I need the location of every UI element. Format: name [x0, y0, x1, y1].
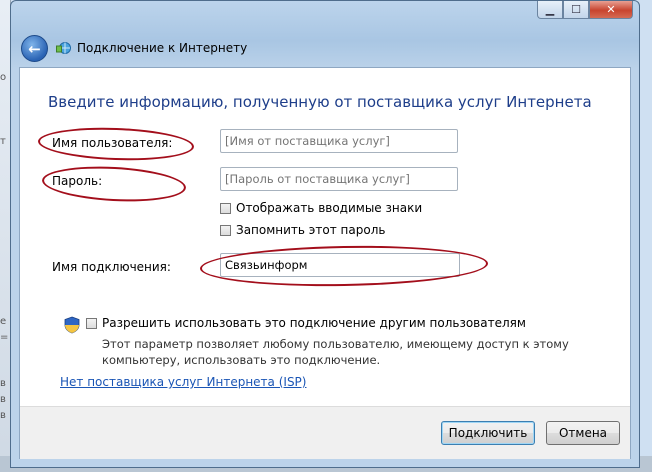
- wizard-header: ← Подключение к Интернету: [11, 27, 639, 67]
- wizard-content: Введите информацию, полученную от постав…: [19, 67, 631, 459]
- background-text-fragment: е: [0, 316, 7, 327]
- show-characters-checkbox[interactable]: [220, 203, 231, 214]
- no-isp-link[interactable]: Нет поставщика услуг Интернета (ISP): [60, 375, 306, 389]
- allow-others-checkbox[interactable]: [86, 318, 97, 329]
- arrow-left-icon: ←: [28, 39, 41, 58]
- caption-buttons: ▁ ☐ ✕: [537, 1, 633, 19]
- background-text-fragment: в: [0, 394, 6, 405]
- connection-name-input[interactable]: [220, 253, 460, 277]
- cancel-button[interactable]: Отмена: [546, 421, 620, 445]
- remember-password-label: Запомнить этот пароль: [236, 223, 386, 237]
- allow-others-label: Разрешить использовать это подключение д…: [102, 316, 526, 330]
- window-title: Подключение к Интернету: [77, 41, 248, 55]
- password-input[interactable]: [220, 167, 458, 191]
- uac-shield-icon: [64, 316, 80, 334]
- background-text-fragment: в: [0, 410, 6, 421]
- connection-wizard-window: ▁ ☐ ✕ ← Подключение к Интернету Введите …: [10, 0, 640, 468]
- background-text-fragment: в: [0, 378, 6, 389]
- maximize-button[interactable]: ☐: [563, 1, 589, 19]
- background-text-fragment: =: [0, 332, 9, 343]
- username-label: Имя пользователя:: [52, 136, 173, 150]
- connect-button[interactable]: Подключить: [441, 421, 535, 445]
- remember-password-checkbox[interactable]: [220, 225, 231, 236]
- background-text-fragment: т: [0, 136, 6, 147]
- show-characters-label: Отображать вводимые знаки: [236, 201, 423, 215]
- network-globe-icon: [56, 42, 71, 54]
- page-heading: Введите информацию, полученную от постав…: [48, 93, 592, 111]
- minimize-button[interactable]: ▁: [537, 1, 563, 19]
- username-input[interactable]: [220, 129, 458, 153]
- connection-name-label: Имя подключения:: [52, 260, 171, 274]
- background-text-fragment: о: [0, 72, 7, 83]
- password-label: Пароль:: [52, 174, 103, 188]
- close-button[interactable]: ✕: [589, 1, 633, 19]
- wizard-footer: Подключить Отмена: [20, 406, 630, 459]
- back-button[interactable]: ←: [21, 35, 48, 62]
- allow-others-description: Этот параметр позволяет любому пользоват…: [102, 337, 569, 367]
